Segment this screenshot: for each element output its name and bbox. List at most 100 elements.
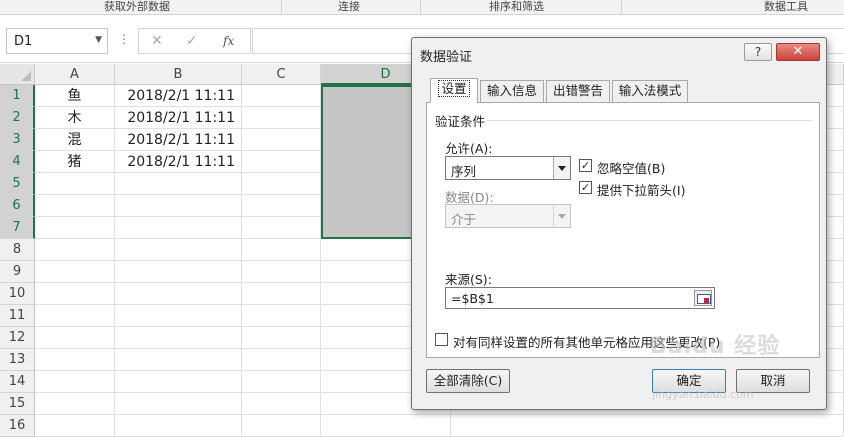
cell-a5[interactable] (35, 173, 115, 195)
row-header-10[interactable]: 10 (0, 283, 35, 305)
cell-c15[interactable] (242, 393, 321, 415)
row-header-15[interactable]: 15 (0, 393, 35, 415)
cell-a9[interactable] (35, 261, 115, 283)
tab-input-message[interactable]: 输入信息 (480, 80, 544, 102)
name-box[interactable]: D1 ▼ (6, 28, 108, 54)
cell-a4[interactable]: 猪 (35, 151, 115, 173)
cell-a7[interactable] (35, 217, 115, 239)
cell-b10[interactable] (115, 283, 242, 305)
more-dots-icon[interactable]: ⋮ (118, 32, 130, 46)
in-cell-dropdown-checkbox[interactable]: ✓ (579, 181, 592, 194)
ignore-blank-label[interactable]: 忽略空值(B) (597, 158, 665, 177)
row-header-13[interactable]: 13 (0, 349, 35, 371)
tab-settings[interactable]: 设置 (430, 78, 478, 103)
cell-c14[interactable] (242, 371, 321, 393)
cell-c16[interactable] (242, 415, 321, 437)
cell-a10[interactable] (35, 283, 115, 305)
cell-a3[interactable]: 混 (35, 129, 115, 151)
cell-a15[interactable] (35, 393, 115, 415)
in-cell-dropdown-label[interactable]: 提供下拉箭头(I) (597, 180, 685, 199)
row-header-6[interactable]: 6 (0, 195, 35, 217)
section-title: 验证条件 (435, 114, 486, 129)
cell-c13[interactable] (242, 349, 321, 371)
row-header-2[interactable]: 2 (0, 107, 35, 129)
data-select: 介于 (445, 204, 571, 228)
row-header-9[interactable]: 9 (0, 261, 35, 283)
cell-c3[interactable] (242, 129, 321, 151)
cell-a1[interactable]: 鱼 (35, 85, 115, 107)
cell-b5[interactable] (115, 173, 242, 195)
formula-buttons: ✕ ✓ fx (138, 28, 251, 54)
cell-c10[interactable] (242, 283, 321, 305)
row-header-7[interactable]: 7 (0, 217, 35, 239)
cell-b9[interactable] (115, 261, 242, 283)
row-header-16[interactable]: 16 (0, 415, 35, 437)
column-header-b[interactable]: B (115, 64, 242, 85)
row-header-3[interactable]: 3 (0, 129, 35, 151)
chevron-down-icon[interactable] (553, 157, 570, 179)
row-header-1[interactable]: 1 (0, 85, 35, 107)
cell-b12[interactable] (115, 327, 242, 349)
source-input[interactable]: =$B$1 (445, 287, 715, 309)
confirm-entry-icon[interactable]: ✓ (186, 33, 198, 49)
cell-b14[interactable] (115, 371, 242, 393)
cell-a2[interactable]: 木 (35, 107, 115, 129)
tab-error-alert[interactable]: 出错警告 (546, 80, 610, 102)
cell-c6[interactable] (242, 195, 321, 217)
cell-c8[interactable] (242, 239, 321, 261)
cell-c2[interactable] (242, 107, 321, 129)
insert-function-icon[interactable]: fx (223, 34, 234, 48)
cancel-entry-icon[interactable]: ✕ (151, 33, 163, 49)
cell-a11[interactable] (35, 305, 115, 327)
ribbon-group-get-external-data: 获取外部数据 (104, 0, 170, 13)
cell-c1[interactable] (242, 85, 321, 107)
ribbon-separator (281, 0, 282, 14)
cell-a12[interactable] (35, 327, 115, 349)
chevron-down-icon[interactable]: ▼ (95, 35, 102, 45)
cell-d16[interactable] (321, 415, 451, 437)
range-picker-icon[interactable] (694, 290, 712, 306)
allow-label: 允许(A): (445, 141, 493, 156)
cell-b4[interactable]: 2018/2/1 11:11 (115, 151, 242, 173)
cell-b3[interactable]: 2018/2/1 11:11 (115, 129, 242, 151)
ribbon-group-connections: 连接 (338, 0, 360, 13)
cell-b2[interactable]: 2018/2/1 11:11 (115, 107, 242, 129)
ignore-blank-checkbox[interactable]: ✓ (579, 159, 592, 172)
row-header-14[interactable]: 14 (0, 371, 35, 393)
row-header-4[interactable]: 4 (0, 151, 35, 173)
column-header-a[interactable]: A (35, 64, 115, 85)
cell-a13[interactable] (35, 349, 115, 371)
help-button[interactable]: ? (744, 43, 772, 61)
cell-e16[interactable] (451, 415, 844, 437)
cell-c9[interactable] (242, 261, 321, 283)
close-button[interactable]: ✕ (776, 43, 820, 61)
cell-a14[interactable] (35, 371, 115, 393)
clear-all-button[interactable]: 全部清除(C) (426, 369, 510, 393)
row-header-12[interactable]: 12 (0, 327, 35, 349)
apply-to-all-checkbox[interactable] (435, 333, 448, 346)
select-all-corner[interactable] (0, 64, 35, 85)
cell-c12[interactable] (242, 327, 321, 349)
row-header-5[interactable]: 5 (0, 173, 35, 195)
tab-ime-mode[interactable]: 输入法模式 (612, 80, 688, 102)
cell-b7[interactable] (115, 217, 242, 239)
cell-b13[interactable] (115, 349, 242, 371)
cell-c4[interactable] (242, 151, 321, 173)
cell-a16[interactable] (35, 415, 115, 437)
cell-a8[interactable] (35, 239, 115, 261)
cell-b6[interactable] (115, 195, 242, 217)
cell-c5[interactable] (242, 173, 321, 195)
cell-b11[interactable] (115, 305, 242, 327)
cell-a6[interactable] (35, 195, 115, 217)
selected-range-d1-d7[interactable] (321, 85, 415, 239)
column-header-c[interactable]: C (242, 64, 321, 85)
allow-select[interactable]: 序列 (445, 156, 571, 180)
cell-b8[interactable] (115, 239, 242, 261)
cell-c11[interactable] (242, 305, 321, 327)
row-header-8[interactable]: 8 (0, 239, 35, 261)
cell-b15[interactable] (115, 393, 242, 415)
cell-c7[interactable] (242, 217, 321, 239)
cell-b16[interactable] (115, 415, 242, 437)
row-header-11[interactable]: 11 (0, 305, 35, 327)
cell-b1[interactable]: 2018/2/1 11:11 (115, 85, 242, 107)
